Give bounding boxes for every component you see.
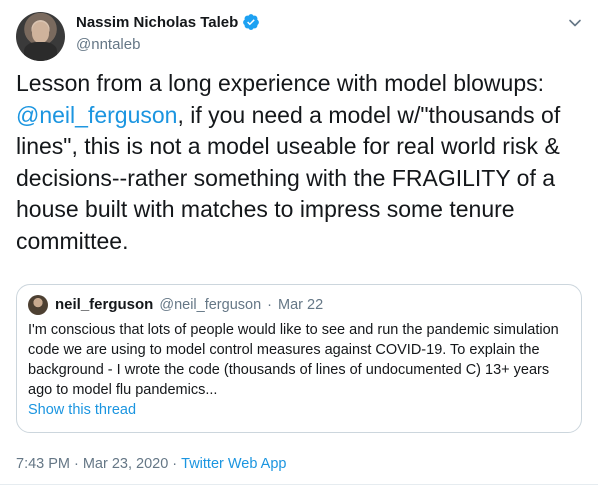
verified-badge-icon bbox=[243, 14, 260, 30]
tweet-timestamp-row: 7:43 PM · Mar 23, 2020 · Twitter Web App bbox=[16, 456, 286, 472]
tweet-text-before: Lesson from a long experience with model… bbox=[16, 70, 545, 96]
tweet-text: Lesson from a long experience with model… bbox=[16, 68, 586, 257]
mention-link[interactable]: @neil_ferguson bbox=[16, 102, 177, 128]
quoted-author-name: neil_ferguson bbox=[55, 296, 154, 313]
tweet-time[interactable]: 7:43 PM bbox=[16, 456, 70, 472]
quoted-author-handle: @neil_ferguson bbox=[159, 297, 262, 313]
show-thread-link[interactable]: Show this thread bbox=[28, 402, 136, 418]
quoted-author-avatar bbox=[28, 295, 48, 315]
source-link[interactable]: Twitter Web App bbox=[181, 456, 286, 472]
tweet-date[interactable]: Mar 23, 2020 bbox=[83, 456, 168, 472]
avatar-face bbox=[32, 22, 49, 43]
tweet-card: Nassim Nicholas Taleb @nntaleb Lesson fr… bbox=[0, 0, 598, 485]
quoted-separator: · bbox=[267, 297, 272, 313]
author-name-row: Nassim Nicholas Taleb bbox=[76, 13, 260, 31]
quoted-tweet-text: I'm conscious that lots of people would … bbox=[28, 322, 559, 398]
quoted-date: Mar 22 bbox=[278, 297, 324, 313]
footer-separator: · bbox=[74, 456, 79, 472]
avatar-shirt bbox=[24, 42, 57, 61]
author-avatar[interactable] bbox=[16, 12, 65, 61]
chevron-down-icon[interactable] bbox=[568, 16, 582, 30]
author-handle[interactable]: @nntaleb bbox=[76, 36, 140, 53]
quoted-tweet[interactable]: neil_ferguson @neil_ferguson · Mar 22 I'… bbox=[16, 284, 582, 433]
footer-separator: · bbox=[172, 456, 178, 472]
author-display-name[interactable]: Nassim Nicholas Taleb bbox=[76, 14, 238, 31]
quoted-tweet-header: neil_ferguson @neil_ferguson · Mar 22 bbox=[55, 296, 323, 313]
